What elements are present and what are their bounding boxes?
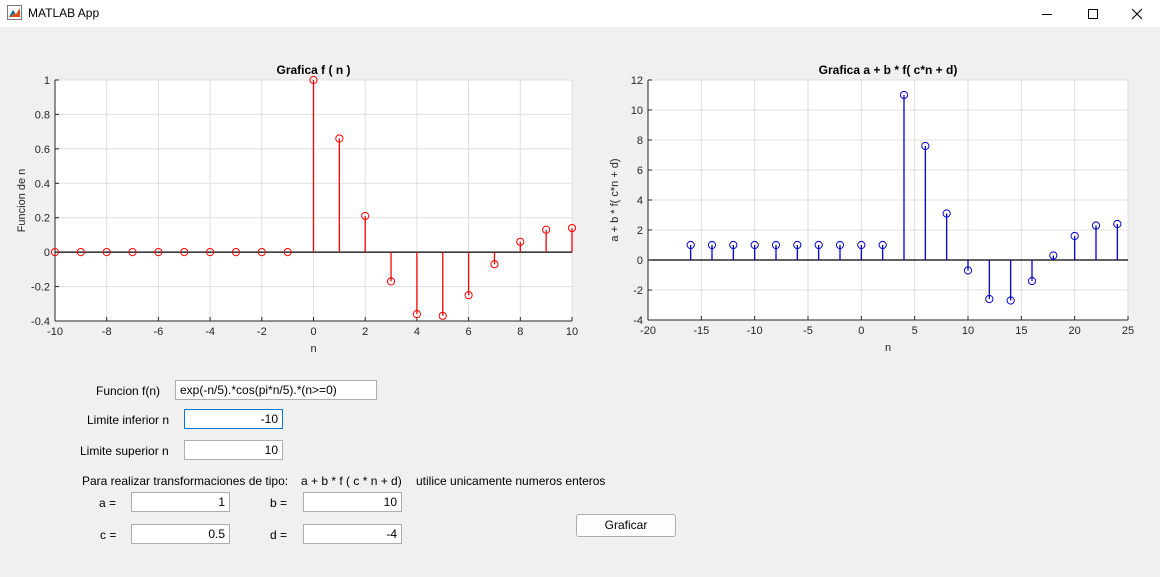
transform-note: utilice unicamente numeros enteros: [416, 474, 606, 488]
y-tick-label: 0: [44, 247, 50, 259]
limite-superior-label: Limite superior n: [80, 444, 169, 458]
window-titlebar: MATLAB App: [0, 0, 1160, 27]
x-tick-label: -5: [803, 325, 813, 337]
limite-inferior-label: Limite inferior n: [87, 413, 170, 427]
y-tick-label: 4: [637, 195, 643, 207]
limite-inferior-input[interactable]: -10: [184, 409, 283, 429]
y-tick-label: 0.2: [35, 213, 50, 225]
x-tick-label: 0: [310, 326, 316, 338]
b-input[interactable]: 10: [303, 492, 402, 512]
y-tick-label: 0.6: [35, 144, 50, 156]
y-axis-label: a + b * f( c*n + d): [609, 158, 621, 241]
x-tick-label: -10: [747, 325, 763, 337]
y-tick-label: 10: [631, 105, 643, 117]
plot-title: Grafica a + b * f( c*n + d): [819, 63, 958, 77]
x-tick-label: 5: [912, 325, 918, 337]
y-tick-label: -4: [633, 315, 643, 327]
y-tick-label: -0.2: [31, 282, 50, 294]
y-tick-label: 0.8: [35, 109, 50, 121]
window-title: MATLAB App: [28, 6, 100, 20]
x-tick-label: 10: [962, 325, 974, 337]
y-tick-label: 1: [44, 75, 50, 87]
x-tick-label: -2: [257, 326, 267, 338]
close-button[interactable]: [1114, 0, 1160, 27]
b-label: b =: [270, 496, 288, 510]
x-tick-label: -15: [693, 325, 709, 337]
x-tick-label: 10: [566, 326, 578, 338]
c-input[interactable]: 0.5: [131, 524, 230, 544]
y-tick-label: 12: [631, 75, 643, 87]
x-tick-label: 4: [414, 326, 420, 338]
transform-formula: a + b * f ( c * n + d): [301, 474, 402, 488]
graficar-button[interactable]: Graficar: [576, 514, 676, 537]
x-tick-label: 15: [1015, 325, 1027, 337]
plot-f-n[interactable]: -10 -8 -6 -4 -2 0 2 4 6 8 10-0.4-0.200.20.40.60.81…: [0, 55, 590, 365]
x-tick-label: 0: [858, 325, 864, 337]
c-label: c =: [100, 528, 117, 542]
limite-superior-input[interactable]: 10: [184, 440, 283, 460]
x-tick-label: -8: [102, 326, 112, 338]
close-icon: [1131, 8, 1143, 19]
x-tick-label: 2: [362, 326, 368, 338]
y-tick-label: 0: [637, 255, 643, 267]
maximize-icon: [1088, 8, 1098, 19]
x-tick-label: -4: [205, 326, 215, 338]
y-tick-label: 0.4: [35, 178, 50, 190]
funcion-input[interactable]: exp(-n/5).*cos(pi*n/5).*(n>=0): [175, 380, 377, 400]
a-input[interactable]: 1: [131, 492, 230, 512]
x-axis-label: n: [310, 343, 316, 355]
x-tick-label: 20: [1069, 325, 1081, 337]
minimize-icon: [1042, 13, 1052, 15]
x-tick-label: 6: [466, 326, 472, 338]
y-tick-label: -2: [633, 285, 643, 297]
x-tick-label: -6: [154, 326, 164, 338]
d-label: d =: [270, 528, 288, 542]
plot-transformed[interactable]: -20 -15 -10 -5 0 5 10 15 20 25-4-2024681012Grafic…: [600, 55, 1145, 365]
funcion-label: Funcion f(n): [96, 384, 161, 398]
y-tick-label: -0.4: [31, 316, 50, 328]
x-axis-label: n: [885, 342, 891, 354]
a-label: a =: [99, 496, 117, 510]
x-tick-label: 25: [1122, 325, 1134, 337]
y-tick-label: 8: [637, 135, 643, 147]
plot-title: Grafica f ( n ): [276, 63, 350, 77]
minimize-button[interactable]: [1024, 0, 1070, 27]
x-tick-label: 8: [517, 326, 523, 338]
maximize-button[interactable]: [1070, 0, 1116, 27]
d-input[interactable]: -4: [303, 524, 402, 544]
matlab-app-icon: [7, 5, 22, 20]
y-tick-label: 6: [637, 165, 643, 177]
y-tick-label: 2: [637, 225, 643, 237]
y-axis-label: Funcion de n: [16, 169, 28, 233]
transform-label: Para realizar transformaciones de tipo:: [82, 474, 289, 488]
